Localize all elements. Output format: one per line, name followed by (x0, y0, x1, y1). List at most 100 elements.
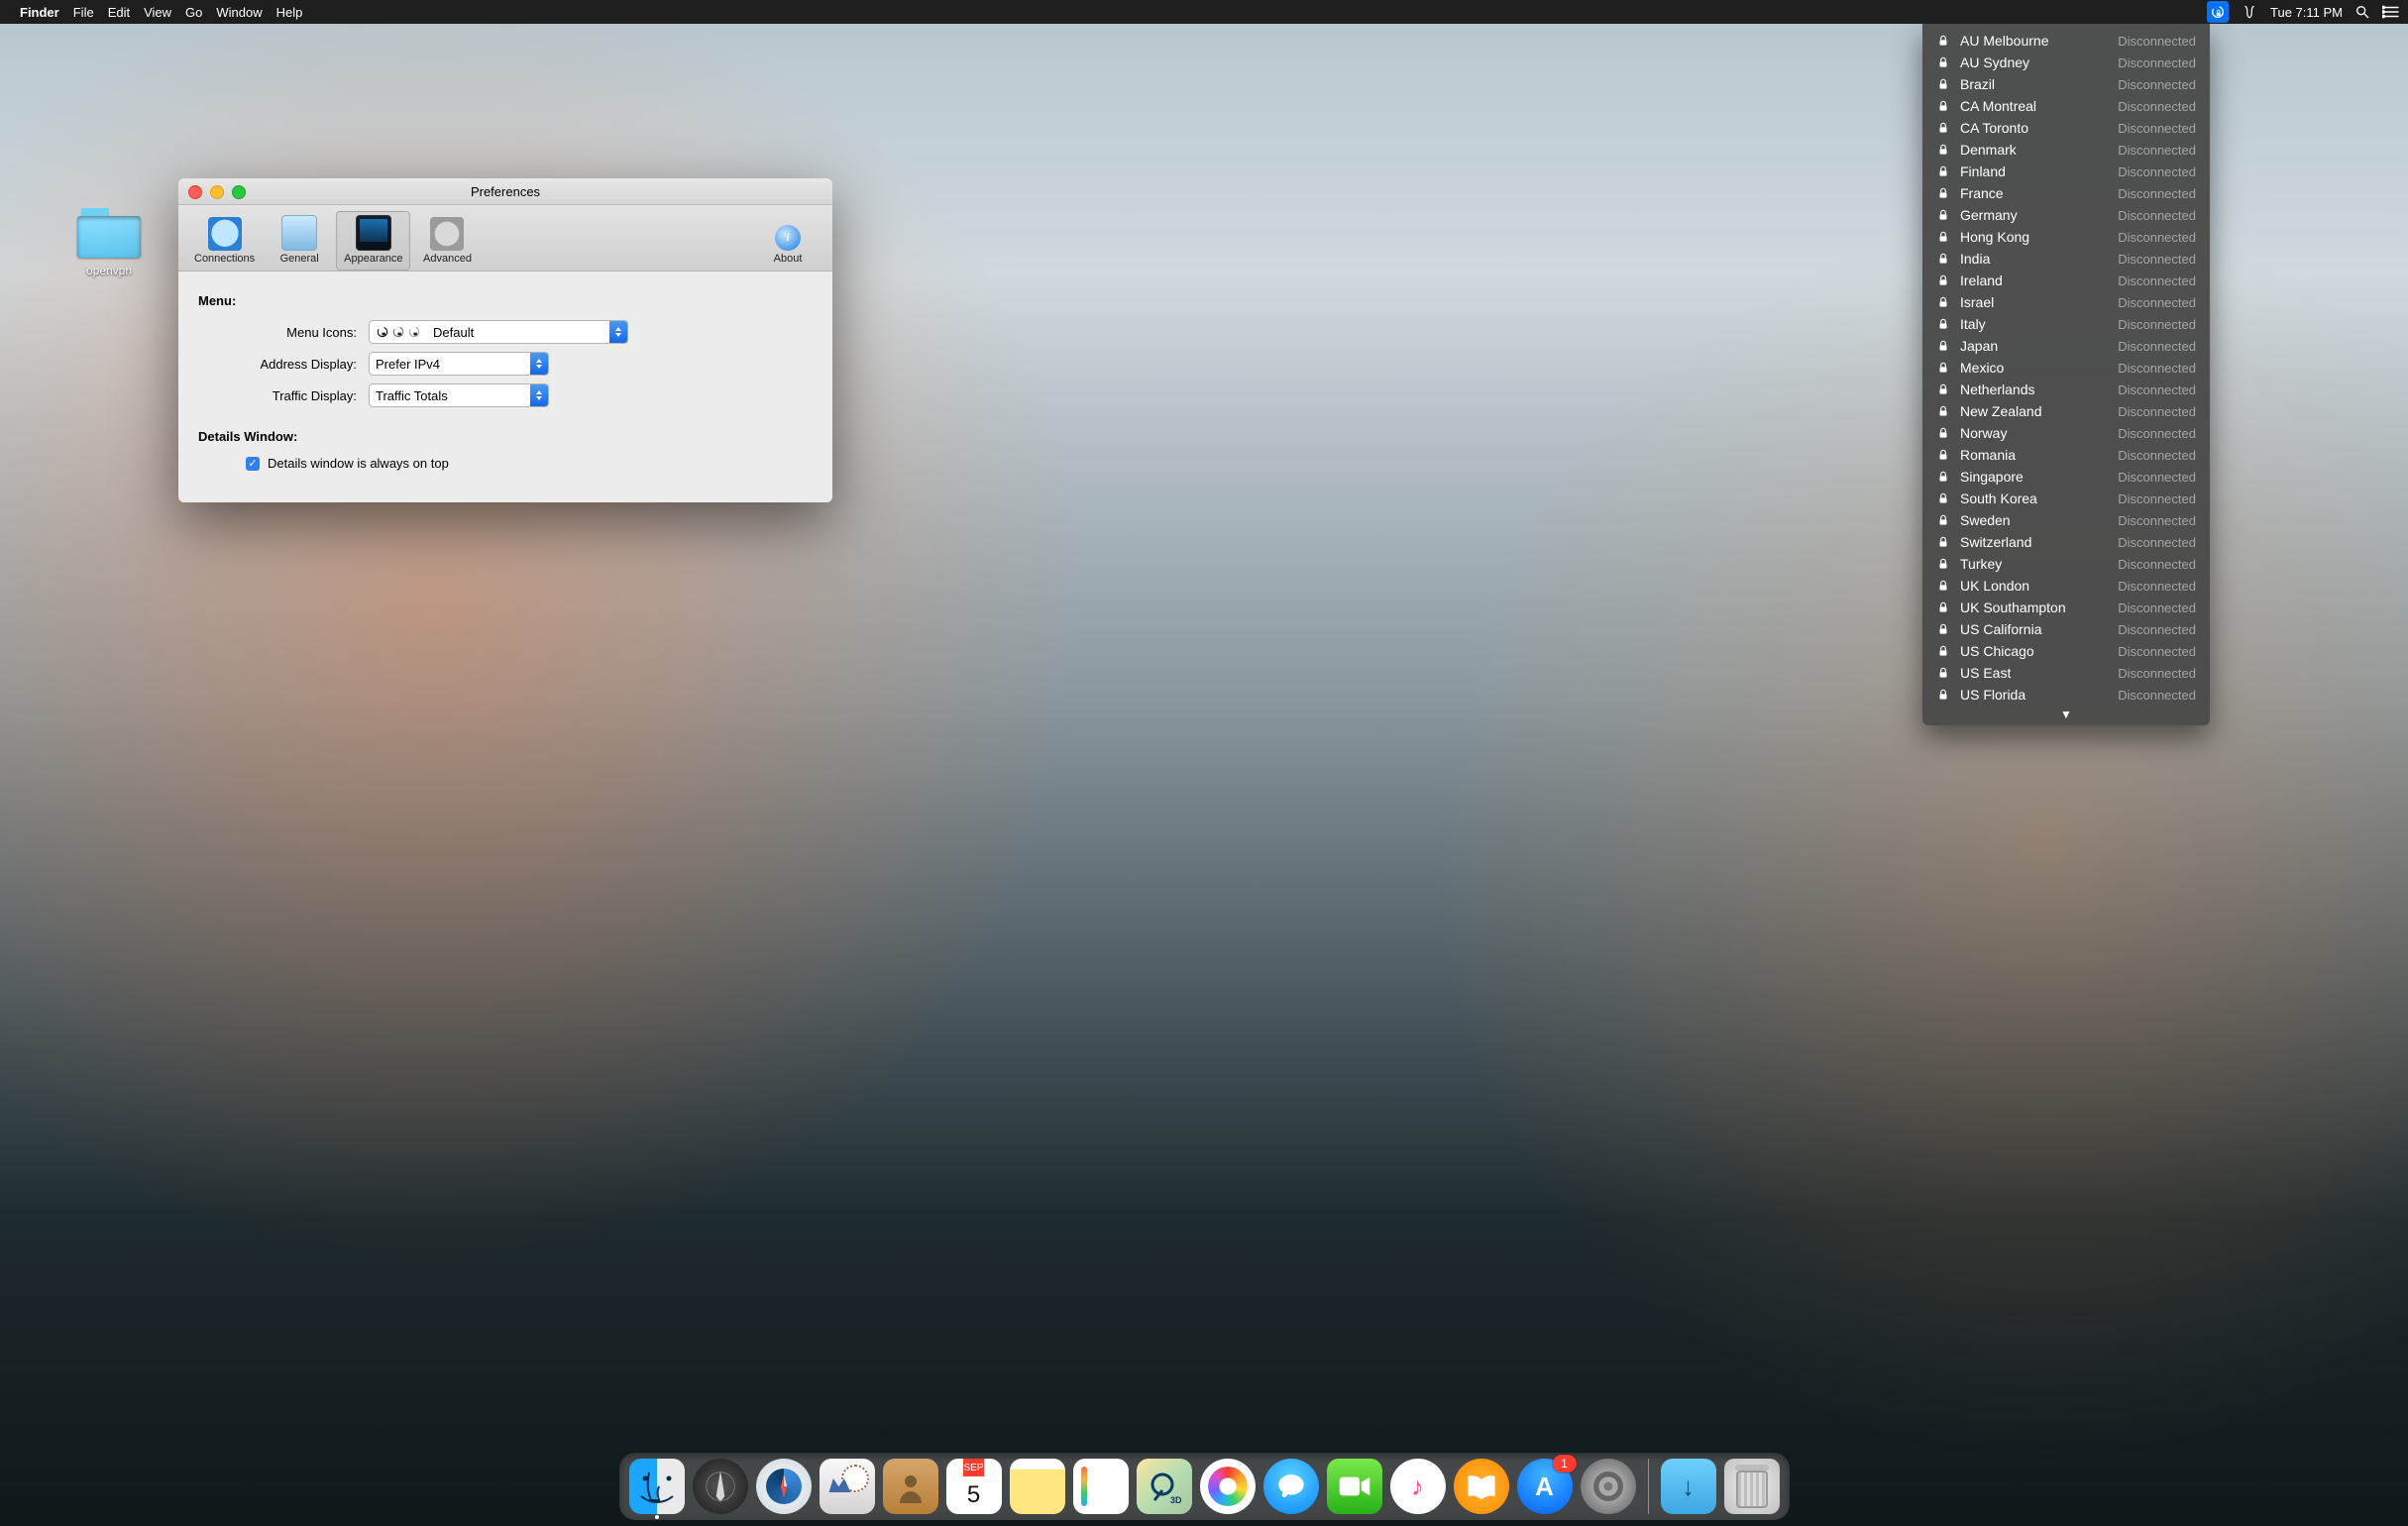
vpn-server-name: New Zealand (1960, 403, 2118, 419)
menu-view[interactable]: View (144, 5, 171, 20)
vpn-server-item[interactable]: CA TorontoDisconnected (1922, 117, 2210, 139)
vpn-server-item[interactable]: UK SouthamptonDisconnected (1922, 597, 2210, 618)
dock-photos[interactable] (1200, 1459, 1256, 1514)
tab-connections[interactable]: Connections (186, 213, 263, 271)
details-on-top-checkbox[interactable]: ✓ (246, 457, 260, 471)
vpn-server-item[interactable]: NetherlandsDisconnected (1922, 379, 2210, 400)
vpn-server-name: Netherlands (1960, 382, 2118, 397)
vpn-server-item[interactable]: RomaniaDisconnected (1922, 444, 2210, 466)
vpn-server-status: Disconnected (2118, 688, 2196, 703)
vpn-server-item[interactable]: TurkeyDisconnected (1922, 553, 2210, 575)
tab-appearance[interactable]: Appearance (336, 211, 410, 271)
vpn-server-item[interactable]: US ChicagoDisconnected (1922, 640, 2210, 662)
window-title: Preferences (471, 184, 540, 199)
vpn-server-item[interactable]: NorwayDisconnected (1922, 422, 2210, 444)
tab-about[interactable]: i About (753, 221, 822, 271)
vpn-server-status: Disconnected (2118, 99, 2196, 114)
dock-notes[interactable] (1010, 1459, 1065, 1514)
vpn-server-status: Disconnected (2118, 317, 2196, 332)
vpn-server-item[interactable]: US FloridaDisconnected (1922, 684, 2210, 706)
vpn-server-item[interactable]: Hong KongDisconnected (1922, 226, 2210, 248)
menu-file[interactable]: File (73, 5, 94, 20)
notification-center-icon[interactable] (2382, 5, 2400, 19)
vpn-server-item[interactable]: AU MelbourneDisconnected (1922, 30, 2210, 52)
vpn-menu-scroll-down-icon[interactable]: ▼ (1922, 706, 2210, 721)
dock-mail[interactable] (820, 1459, 875, 1514)
dock-system-preferences[interactable] (1581, 1459, 1636, 1514)
dock-separator (1648, 1459, 1649, 1514)
dock-safari[interactable] (756, 1459, 812, 1514)
vpn-server-name: Hong Kong (1960, 229, 2118, 245)
dock-reminders[interactable] (1073, 1459, 1129, 1514)
vpn-server-item[interactable]: BrazilDisconnected (1922, 73, 2210, 95)
menu-icons-label: Menu Icons: (198, 325, 357, 340)
menu-help[interactable]: Help (276, 5, 303, 20)
vpn-server-item[interactable]: GermanyDisconnected (1922, 204, 2210, 226)
dock-trash[interactable] (1724, 1459, 1780, 1514)
menu-edit[interactable]: Edit (108, 5, 130, 20)
vpn-server-status: Disconnected (2118, 491, 2196, 506)
vpn-server-item[interactable]: CA MontrealDisconnected (1922, 95, 2210, 117)
lock-icon (1936, 644, 1950, 658)
tab-advanced[interactable]: Advanced (412, 213, 482, 271)
vpn-server-item[interactable]: New ZealandDisconnected (1922, 400, 2210, 422)
vpn-server-item[interactable]: IrelandDisconnected (1922, 270, 2210, 291)
address-display-select[interactable]: Prefer IPv4 (369, 352, 549, 376)
vpn-server-item[interactable]: IsraelDisconnected (1922, 291, 2210, 313)
vpn-server-item[interactable]: IndiaDisconnected (1922, 248, 2210, 270)
dock-launchpad[interactable] (693, 1459, 748, 1514)
dock-contacts[interactable] (883, 1459, 938, 1514)
vpn-server-item[interactable]: UK LondonDisconnected (1922, 575, 2210, 597)
menu-window[interactable]: Window (216, 5, 262, 20)
vpn-server-item[interactable]: MexicoDisconnected (1922, 357, 2210, 379)
vpn-server-item[interactable]: ItalyDisconnected (1922, 313, 2210, 335)
vpn-status-icon[interactable] (2207, 1, 2229, 23)
dock-itunes[interactable] (1390, 1459, 1446, 1514)
vpn-server-name: Finland (1960, 164, 2118, 179)
dock-appstore[interactable]: 1 (1517, 1459, 1573, 1514)
lock-icon (1936, 557, 1950, 571)
vpn-server-item[interactable]: US CaliforniaDisconnected (1922, 618, 2210, 640)
vpn-server-name: US East (1960, 665, 2118, 681)
tab-general[interactable]: General (265, 211, 334, 271)
dock-calendar[interactable]: SEP 5 (946, 1459, 1002, 1514)
window-close-button[interactable] (188, 185, 202, 199)
lock-icon (1936, 186, 1950, 200)
vpn-server-name: Switzerland (1960, 534, 2118, 550)
vpn-server-item[interactable]: DenmarkDisconnected (1922, 139, 2210, 161)
vpn-server-item[interactable]: US EastDisconnected (1922, 662, 2210, 684)
vpn-server-item[interactable]: SingaporeDisconnected (1922, 466, 2210, 488)
vpn-server-name: Germany (1960, 207, 2118, 223)
vpn-server-item[interactable]: SwitzerlandDisconnected (1922, 531, 2210, 553)
vpn-server-item[interactable]: FinlandDisconnected (1922, 161, 2210, 182)
dock: SEP 5 3D 1 (619, 1453, 1790, 1520)
menubar-app-name[interactable]: Finder (20, 5, 59, 20)
dock-messages[interactable] (1263, 1459, 1319, 1514)
window-titlebar[interactable]: Preferences (178, 178, 832, 205)
menubar-clock[interactable]: Tue 7:11 PM (2270, 5, 2343, 20)
menu-icons-select[interactable]: Default (369, 320, 628, 344)
window-minimize-button[interactable] (210, 185, 224, 199)
dock-downloads[interactable] (1661, 1459, 1716, 1514)
script-menu-icon[interactable] (2241, 3, 2258, 21)
vpn-server-status: Disconnected (2118, 121, 2196, 136)
vpn-server-status: Disconnected (2118, 295, 2196, 310)
lock-icon (1936, 666, 1950, 680)
dock-maps[interactable]: 3D (1137, 1459, 1192, 1514)
vpn-server-item[interactable]: SwedenDisconnected (1922, 509, 2210, 531)
traffic-display-select[interactable]: Traffic Totals (369, 383, 549, 407)
dock-finder[interactable] (629, 1459, 685, 1514)
vpn-server-status: Disconnected (2118, 535, 2196, 550)
vpn-server-item[interactable]: South KoreaDisconnected (1922, 488, 2210, 509)
vpn-server-status: Disconnected (2118, 404, 2196, 419)
spotlight-icon[interactable] (2354, 4, 2370, 20)
dock-ibooks[interactable] (1454, 1459, 1509, 1514)
desktop-folder-openvpn[interactable]: openvpn (69, 208, 149, 277)
window-zoom-button[interactable] (232, 185, 246, 199)
dock-facetime[interactable] (1327, 1459, 1382, 1514)
vpn-server-item[interactable]: JapanDisconnected (1922, 335, 2210, 357)
vpn-server-item[interactable]: FranceDisconnected (1922, 182, 2210, 204)
vpn-server-status: Disconnected (2118, 143, 2196, 158)
vpn-server-item[interactable]: AU SydneyDisconnected (1922, 52, 2210, 73)
menu-go[interactable]: Go (185, 5, 202, 20)
